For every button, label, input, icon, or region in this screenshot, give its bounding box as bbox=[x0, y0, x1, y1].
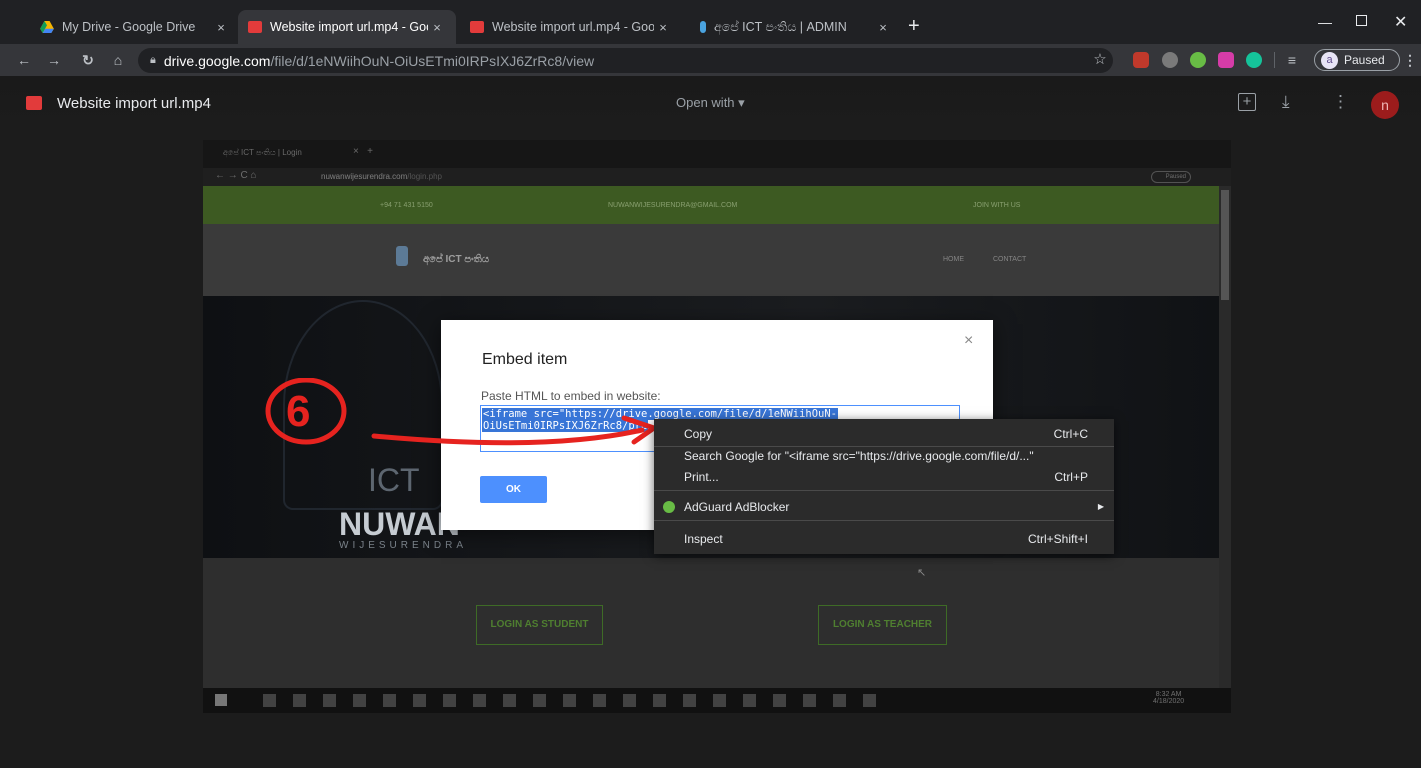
inner-tab-close-icon: × + bbox=[353, 146, 374, 157]
open-with-button[interactable]: Open with ▾ bbox=[676, 95, 745, 111]
inner-login-area bbox=[203, 558, 1219, 688]
inner-phone: +94 71 431 5150 bbox=[380, 202, 433, 209]
close-icon[interactable]: × bbox=[654, 20, 672, 35]
inner-url: nuwanwijesurendra.com/login.php bbox=[321, 172, 442, 181]
menu-item-copy[interactable]: Copy Ctrl+C bbox=[654, 424, 1114, 444]
download-icon[interactable]: ⤓ bbox=[1282, 92, 1290, 112]
d-extension-icon[interactable] bbox=[1218, 52, 1234, 68]
tab-title: Website import url.mp4 - Google bbox=[492, 20, 654, 34]
taskbar-clock: 8:32 AM 4/18/2020 bbox=[1153, 691, 1185, 705]
video-file-icon bbox=[248, 21, 262, 33]
maximize-icon[interactable] bbox=[1356, 15, 1367, 26]
inner-nav-contact: CONTACT bbox=[993, 256, 1027, 263]
cursor-icon: ↖ bbox=[917, 567, 927, 579]
inner-scroll-thumb[interactable] bbox=[1221, 190, 1229, 300]
tab-title: My Drive - Google Drive bbox=[62, 20, 196, 34]
adguard-shield-icon bbox=[663, 501, 675, 513]
inner-email: NUWANWIJESURENDRA@GMAIL.COM bbox=[608, 202, 738, 209]
menu-dots-icon[interactable]: ⋮ bbox=[1402, 52, 1418, 68]
lock-icon: 🔒︎ bbox=[150, 54, 156, 66]
inner-nav-home: HOME bbox=[943, 256, 964, 263]
menu-item-inspect[interactable]: Inspect Ctrl+Shift+I bbox=[654, 529, 1114, 549]
close-icon[interactable]: × bbox=[964, 332, 973, 350]
reload-icon[interactable]: ↻ bbox=[80, 52, 96, 68]
more-options-icon[interactable]: ⋮ bbox=[1332, 92, 1349, 112]
login-student-button[interactable]: LOGIN AS STUDENT bbox=[476, 605, 603, 645]
new-tab-button[interactable]: + bbox=[908, 15, 920, 38]
dialog-title: Embed item bbox=[482, 351, 568, 368]
login-teacher-button[interactable]: LOGIN AS TEACHER bbox=[818, 605, 947, 645]
ok-button[interactable]: OK bbox=[480, 476, 547, 503]
url-domain: drive.google.com bbox=[163, 52, 271, 69]
avatar: a bbox=[1321, 51, 1338, 69]
menu-divider bbox=[654, 490, 1114, 491]
video-file-icon bbox=[470, 21, 484, 33]
tab-my-drive[interactable]: My Drive - Google Drive × bbox=[30, 10, 240, 44]
file-title: Website import url.mp4 bbox=[57, 95, 211, 112]
shortcut: Ctrl+C bbox=[1053, 427, 1088, 441]
context-menu: Copy Ctrl+C Search Google for "<iframe sr… bbox=[654, 419, 1114, 554]
minimize-icon[interactable]: — bbox=[1318, 14, 1332, 30]
menu-divider bbox=[654, 520, 1114, 521]
close-icon[interactable]: × bbox=[428, 20, 446, 35]
inner-brand: අපේ ICT පංතිය bbox=[423, 254, 490, 265]
shortcut: Ctrl+Shift+I bbox=[1027, 532, 1088, 546]
toolbar-divider bbox=[1274, 52, 1275, 68]
close-icon[interactable]: × bbox=[874, 20, 892, 35]
media-queue-icon[interactable]: ≡ bbox=[1284, 52, 1300, 68]
menu-item-search-google[interactable]: Search Google for "<iframe src="https://… bbox=[654, 446, 1114, 466]
add-to-drive-icon[interactable]: + bbox=[1238, 93, 1256, 111]
tab-website-import-active[interactable]: Website import url.mp4 - Google × bbox=[238, 10, 456, 44]
adguard-extension-icon[interactable] bbox=[1190, 52, 1206, 68]
video-file-icon bbox=[26, 96, 42, 110]
inner-logo-ict: ICT bbox=[368, 462, 420, 498]
tab-title: Website import url.mp4 - Google bbox=[270, 20, 428, 34]
annotation-step-number: 6 bbox=[286, 387, 311, 436]
account-avatar[interactable]: n bbox=[1371, 91, 1399, 119]
open-with-label: Open with bbox=[676, 95, 735, 110]
inner-join: JOIN WITH US bbox=[973, 202, 1021, 209]
window-close-icon[interactable]: ✕ bbox=[1394, 12, 1407, 32]
grammarly-extension-icon[interactable] bbox=[1246, 52, 1262, 68]
profile-button[interactable]: a Paused bbox=[1314, 49, 1400, 71]
shortcut: Ctrl+P bbox=[1054, 470, 1088, 484]
tab-title: අපේ ICT පංතිය | ADMIN bbox=[714, 19, 847, 34]
inner-logo-sub: WIJESURENDRA bbox=[339, 540, 468, 551]
back-icon[interactable]: ← bbox=[16, 52, 32, 68]
close-icon[interactable]: × bbox=[212, 20, 230, 35]
annotation-arrow-icon bbox=[265, 378, 657, 446]
profile-status: Paused bbox=[1344, 53, 1385, 67]
forward-icon[interactable]: → bbox=[46, 52, 62, 68]
google-drive-icon bbox=[40, 21, 54, 33]
submenu-arrow-icon: ▶ bbox=[1097, 502, 1104, 511]
chevron-down-icon: ▾ bbox=[738, 95, 745, 110]
inner-tab-title: අපේ ICT පංතිය | Login bbox=[223, 148, 302, 157]
menu-item-adguard[interactable]: AdGuard AdBlocker ▶ bbox=[654, 497, 1114, 517]
tab-admin[interactable]: අපේ ICT පංතිය | ADMIN × bbox=[690, 10, 902, 44]
cloud-extension-icon[interactable] bbox=[1162, 52, 1178, 68]
pdf-extension-icon[interactable] bbox=[1133, 52, 1149, 68]
inner-nav-icons: ← → C ⌂ bbox=[215, 170, 257, 181]
taskbar-app-icons bbox=[263, 694, 883, 707]
inner-profile-status: Paused bbox=[1151, 171, 1191, 183]
inner-header bbox=[203, 224, 1219, 296]
bookmark-star-icon[interactable]: ☆ bbox=[1092, 52, 1108, 68]
menu-item-print[interactable]: Print... Ctrl+P bbox=[654, 467, 1114, 487]
tab-website-import[interactable]: Website import url.mp4 - Google × bbox=[460, 10, 682, 44]
address-bar[interactable]: 🔒︎ drive.google.com/file/d/1eNWiihOuN-Oi… bbox=[138, 48, 1113, 73]
windows-start-icon bbox=[215, 694, 227, 706]
url-path: /file/d/1eNWiihOuN-OiUsETmi0IRPsIXJ6ZrRc… bbox=[270, 52, 595, 69]
inner-logo-icon bbox=[396, 246, 408, 266]
ict-logo-icon bbox=[700, 21, 706, 33]
home-icon[interactable]: ⌂ bbox=[110, 52, 126, 68]
